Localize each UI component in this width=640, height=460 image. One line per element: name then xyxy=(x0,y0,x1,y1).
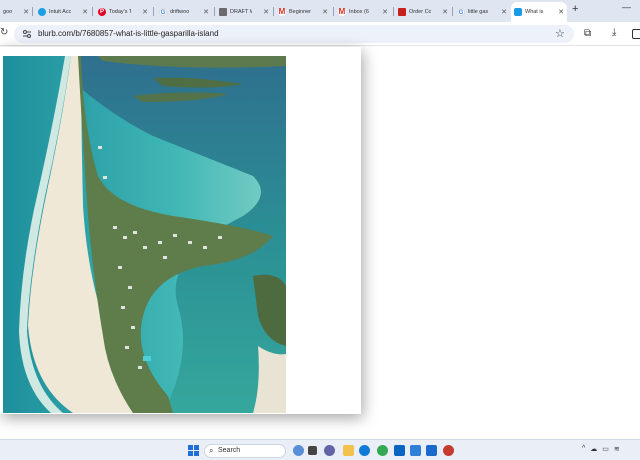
gmail-icon: M xyxy=(278,6,286,16)
search-icon: ⌕ xyxy=(209,446,214,455)
close-icon[interactable]: ✕ xyxy=(82,8,88,16)
tab-divider xyxy=(214,7,215,16)
tab-little-gasparilla[interactable]: G little gas ✕ xyxy=(454,3,510,20)
browser-toolbar: ↻ blurb.com/b/7680857-what-is-little-gas… xyxy=(0,22,640,46)
tab-title: Intuit Acc xyxy=(49,8,71,15)
system-tray[interactable]: ^ ☁ ▭ ≋ xyxy=(582,445,620,453)
chrome-profile-icon[interactable] xyxy=(443,445,454,456)
tab-intuit[interactable]: Intuit Acc ✕ xyxy=(35,3,91,20)
start-menu-icon[interactable] xyxy=(188,445,199,456)
store-icon[interactable] xyxy=(410,445,421,456)
display-icon[interactable]: ▭ xyxy=(602,445,609,453)
tab-beginner[interactable]: M Beginner ✕ xyxy=(275,3,331,20)
tab-divider xyxy=(393,7,394,16)
close-icon[interactable]: ✕ xyxy=(23,8,29,16)
blurb-icon xyxy=(514,8,522,16)
site-settings-icon[interactable] xyxy=(22,29,32,39)
address-bar[interactable]: blurb.com/b/7680857-what-is-little-gaspa… xyxy=(14,25,574,43)
outlook-icon[interactable] xyxy=(394,445,405,456)
tab-divider xyxy=(333,7,334,16)
close-icon[interactable]: ✕ xyxy=(322,8,328,16)
mail-icon[interactable] xyxy=(426,445,437,456)
bookmark-star-icon[interactable]: ☆ xyxy=(555,27,565,40)
tab-title: DRAFT W xyxy=(230,8,252,15)
tab-title: What is xyxy=(525,9,544,15)
tab-title: little gas xyxy=(468,8,489,15)
wifi-icon[interactable]: ≋ xyxy=(614,445,620,453)
close-icon[interactable]: ✕ xyxy=(501,8,507,16)
close-icon[interactable]: ✕ xyxy=(442,8,448,16)
tab-title: goo xyxy=(3,8,13,15)
tab-driftwood[interactable]: G driftwoo ✕ xyxy=(156,3,212,20)
close-icon[interactable]: ✕ xyxy=(382,8,388,16)
onedrive-icon[interactable]: ☁ xyxy=(590,445,597,453)
tab-pinterest[interactable]: P Today's T ✕ xyxy=(95,3,151,20)
extensions-icon[interactable]: ⧉ xyxy=(584,28,591,39)
minimize-button[interactable]: — xyxy=(622,2,631,12)
edge-icon[interactable] xyxy=(359,445,370,456)
gmail-icon: M xyxy=(338,6,346,16)
tab-title: Order Co xyxy=(409,8,431,15)
google-icon: G xyxy=(159,7,167,16)
tab-divider xyxy=(153,7,154,16)
close-icon[interactable]: ✕ xyxy=(203,8,209,16)
widgets-icon[interactable] xyxy=(293,445,304,456)
tab-title: Inbox (6 xyxy=(349,8,369,15)
tab-divider xyxy=(452,7,453,16)
doc-icon xyxy=(219,7,227,16)
download-icon[interactable]: ⤓ xyxy=(612,27,616,38)
new-tab-button[interactable]: + xyxy=(572,3,578,15)
file-explorer-icon[interactable] xyxy=(343,445,354,456)
intuit-icon xyxy=(38,7,46,16)
google-icon: G xyxy=(457,7,465,16)
taskbar-search-label: Search xyxy=(218,447,241,454)
close-icon[interactable]: ✕ xyxy=(142,8,148,16)
chrome-icon[interactable] xyxy=(377,445,388,456)
tab-divider xyxy=(273,7,274,16)
close-icon[interactable]: ✕ xyxy=(558,8,564,16)
island-aerial-photo xyxy=(3,56,286,413)
reload-icon[interactable]: ↻ xyxy=(0,27,8,38)
pinterest-icon: P xyxy=(98,7,106,16)
windows-taskbar: ⌕ Search ^ ☁ ▭ ≋ xyxy=(0,439,640,460)
tray-overflow-icon[interactable]: ^ xyxy=(582,445,585,453)
tab-title: Beginner xyxy=(289,8,311,15)
tab-title: driftwoo xyxy=(170,8,190,15)
tab-draft[interactable]: DRAFT W ✕ xyxy=(216,3,272,20)
teams-icon[interactable] xyxy=(324,445,335,456)
task-view-icon[interactable] xyxy=(308,446,317,455)
content-card xyxy=(0,47,361,414)
tab-google-search[interactable]: goo ✕ xyxy=(0,3,32,20)
tab-strip: goo ✕ Intuit Acc ✕ P Today's T ✕ G drift… xyxy=(0,0,640,22)
tab-order[interactable]: Order Co ✕ xyxy=(395,3,451,20)
page-viewport xyxy=(0,47,640,439)
tab-inbox[interactable]: M Inbox (6 ✕ xyxy=(335,3,391,20)
taskbar-search[interactable]: ⌕ Search xyxy=(204,444,286,458)
close-icon[interactable]: ✕ xyxy=(263,8,269,16)
url-text[interactable]: blurb.com/b/7680857-what-is-little-gaspa… xyxy=(38,29,219,38)
tab-title: Today's T xyxy=(109,8,131,15)
tab-divider xyxy=(32,7,33,16)
tab-what-is[interactable]: What is ✕ xyxy=(511,2,567,22)
tab-divider xyxy=(92,7,93,16)
order-icon xyxy=(398,7,406,16)
side-panel-icon[interactable] xyxy=(632,29,640,39)
